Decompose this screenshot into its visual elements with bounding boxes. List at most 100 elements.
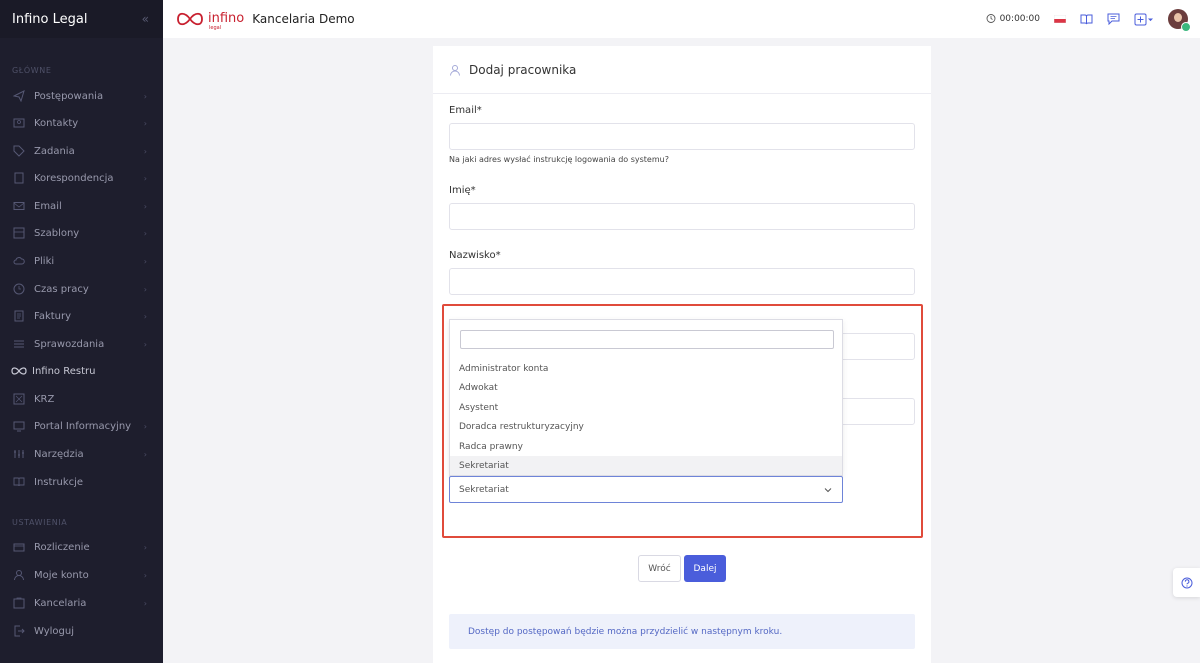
chevron-right-icon: › <box>143 570 147 580</box>
work-timer[interactable]: 00:00:00 <box>986 13 1040 26</box>
sidebar-item-sprawozdania[interactable]: Sprawozdania › <box>0 333 163 355</box>
sidebar-item-kancelaria[interactable]: Kancelaria › <box>0 592 163 614</box>
logo-text: infino <box>208 10 245 26</box>
first-name-field[interactable] <box>449 203 915 230</box>
book-icon <box>12 475 26 489</box>
sidebar-item-label: Korespondencja <box>34 172 114 184</box>
sidebar-item-infino-restru[interactable]: Infino Restru <box>0 360 163 382</box>
role-option-radca[interactable]: Radca prawny <box>450 437 842 456</box>
template-icon <box>12 226 26 240</box>
user-avatar[interactable] <box>1168 9 1191 32</box>
user-icon <box>450 64 460 76</box>
report-icon <box>12 337 26 351</box>
chevron-right-icon: › <box>143 421 147 431</box>
sidebar-item-label: Rozliczenie <box>34 541 90 553</box>
chat-icon[interactable] <box>1107 13 1120 25</box>
sidebar-item-wyloguj[interactable]: Wyloguj <box>0 620 163 642</box>
sidebar-item-szablony[interactable]: Szablony › <box>0 222 163 244</box>
sidebar-item-moje-konto[interactable]: Moje konto › <box>0 564 163 586</box>
sidebar-item-label: Pliki <box>34 255 55 267</box>
chevron-right-icon: › <box>143 91 147 101</box>
logout-icon <box>12 624 26 638</box>
contacts-icon <box>12 116 26 130</box>
sidebar-item-label: Zadania <box>34 145 75 157</box>
sidebar-item-email[interactable]: Email › <box>0 195 163 217</box>
sidebar-item-postepowania[interactable]: Postępowania › <box>0 85 163 107</box>
sidebar: Infino Legal « GŁÓWNE Postępowania › Kon… <box>0 0 163 663</box>
role-dropdown-panel: Administrator konta Adwokat Asystent Dor… <box>449 319 843 476</box>
portal-icon <box>12 419 26 433</box>
document-icon <box>12 171 26 185</box>
app-title: Kancelaria Demo <box>252 12 355 26</box>
sidebar-item-label: KRZ <box>34 393 55 405</box>
chevron-right-icon: › <box>143 228 147 238</box>
email-field[interactable] <box>449 123 915 150</box>
double-chevron-left-icon[interactable]: « <box>142 12 149 26</box>
info-alert-text: Dostęp do postępowań będzie można przydz… <box>468 626 783 637</box>
help-button[interactable] <box>1173 568 1200 597</box>
clock-icon <box>12 282 26 296</box>
sidebar-item-instrukcje[interactable]: Instrukcje <box>0 471 163 493</box>
sidebar-item-pliki[interactable]: Pliki › <box>0 250 163 272</box>
role-search-input[interactable] <box>460 330 834 349</box>
sidebar-item-label: Portal Informacyjny <box>34 420 132 432</box>
sidebar-item-label: Kancelaria <box>34 597 87 609</box>
sidebar-item-korespondencja[interactable]: Korespondencja › <box>0 167 163 189</box>
sidebar-header: Infino Legal « <box>0 0 163 38</box>
chevron-right-icon: › <box>143 118 147 128</box>
last-name-field[interactable] <box>449 268 915 295</box>
office-icon <box>12 596 26 610</box>
chevron-right-icon: › <box>143 284 147 294</box>
header-actions: 00:00:00 <box>986 0 1191 38</box>
chevron-right-icon: › <box>143 173 147 183</box>
chevron-right-icon: › <box>143 256 147 266</box>
sidebar-item-label: Instrukcje <box>34 476 84 488</box>
info-alert: Dostęp do postępowań będzie można przydz… <box>449 614 915 649</box>
sidebar-item-label: Postępowania <box>34 90 104 102</box>
chevron-right-icon: › <box>143 311 147 321</box>
tag-icon <box>12 144 26 158</box>
sidebar-item-kontakty[interactable]: Kontakty › <box>0 112 163 134</box>
add-menu-icon[interactable] <box>1134 13 1154 26</box>
sidebar-item-krz[interactable]: KRZ <box>0 388 163 410</box>
sidebar-item-czas-pracy[interactable]: Czas pracy › <box>0 278 163 300</box>
role-select[interactable]: Sekretariat <box>449 476 843 503</box>
billing-icon <box>12 540 26 554</box>
question-icon <box>1181 577 1192 588</box>
krz-icon <box>12 392 26 406</box>
timer-value: 00:00:00 <box>999 14 1040 24</box>
brand-logo[interactable]: infino legal <box>175 10 245 31</box>
sidebar-item-label: Infino Restru <box>32 365 96 377</box>
poland-flag-icon[interactable] <box>1054 15 1066 23</box>
book-icon[interactable] <box>1080 14 1093 25</box>
sidebar-item-faktury[interactable]: Faktury › <box>0 305 163 327</box>
chevron-right-icon: › <box>143 542 147 552</box>
role-option-adwokat[interactable]: Adwokat <box>450 378 842 397</box>
chevron-down-icon <box>824 488 832 493</box>
first-name-label: Imię* <box>449 185 476 196</box>
mail-icon <box>12 199 26 213</box>
online-status-badge <box>1181 22 1191 32</box>
sidebar-item-label: Szablony <box>34 227 80 239</box>
infinity-icon <box>10 364 28 378</box>
card-title: Dodaj pracownika <box>469 62 577 77</box>
stopwatch-icon <box>986 13 996 26</box>
sidebar-item-portal-informacyjny[interactable]: Portal Informacyjny › <box>0 415 163 437</box>
back-button[interactable]: Wróć <box>638 555 681 582</box>
avatar-face <box>1174 13 1182 22</box>
role-option-administrator[interactable]: Administrator konta <box>450 359 842 378</box>
card-header: Dodaj pracownika <box>433 46 931 94</box>
role-option-asystent[interactable]: Asystent <box>450 398 842 417</box>
role-option-doradca[interactable]: Doradca restrukturyzacyjny <box>450 417 842 436</box>
top-header: infino legal Kancelaria Demo 00:00:00 <box>163 0 1200 38</box>
last-name-label: Nazwisko* <box>449 250 501 261</box>
sidebar-item-zadania[interactable]: Zadania › <box>0 140 163 162</box>
chevron-right-icon: › <box>143 146 147 156</box>
role-option-sekretariat[interactable]: Sekretariat <box>450 456 842 475</box>
sidebar-item-narzedzia[interactable]: Narzędzia › <box>0 443 163 465</box>
next-button[interactable]: Dalej <box>684 555 726 582</box>
sidebar-item-label: Email <box>34 200 62 212</box>
sidebar-item-rozliczenie[interactable]: Rozliczenie › <box>0 536 163 558</box>
sidebar-item-label: Wyloguj <box>34 625 74 637</box>
tools-icon <box>12 447 26 461</box>
